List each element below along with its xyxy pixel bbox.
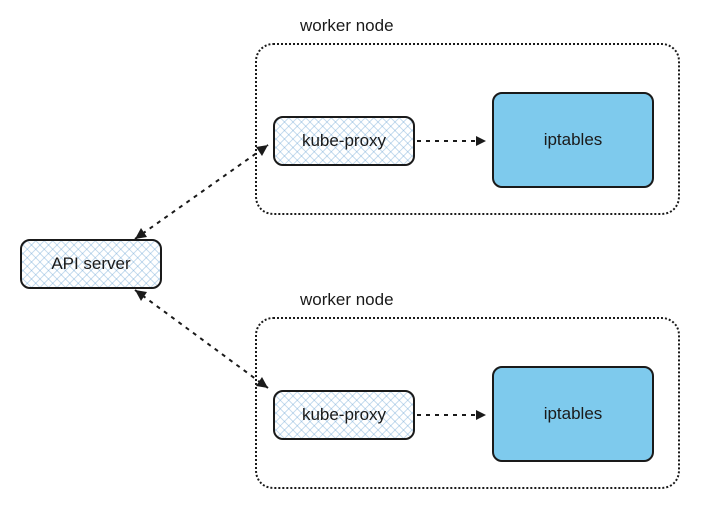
worker-node-title-bottom: worker node (300, 290, 394, 310)
worker-node-title-top: worker node (300, 16, 394, 36)
iptables-box-bottom: iptables (492, 366, 654, 462)
api-server-label: API server (51, 254, 130, 274)
iptables-label-top: iptables (544, 130, 603, 150)
kube-proxy-label-bottom: kube-proxy (302, 405, 386, 425)
api-server-box: API server (20, 239, 162, 289)
iptables-label-bottom: iptables (544, 404, 603, 424)
kube-proxy-box-top: kube-proxy (273, 116, 415, 166)
iptables-box-top: iptables (492, 92, 654, 188)
kube-proxy-box-bottom: kube-proxy (273, 390, 415, 440)
kube-proxy-label-top: kube-proxy (302, 131, 386, 151)
